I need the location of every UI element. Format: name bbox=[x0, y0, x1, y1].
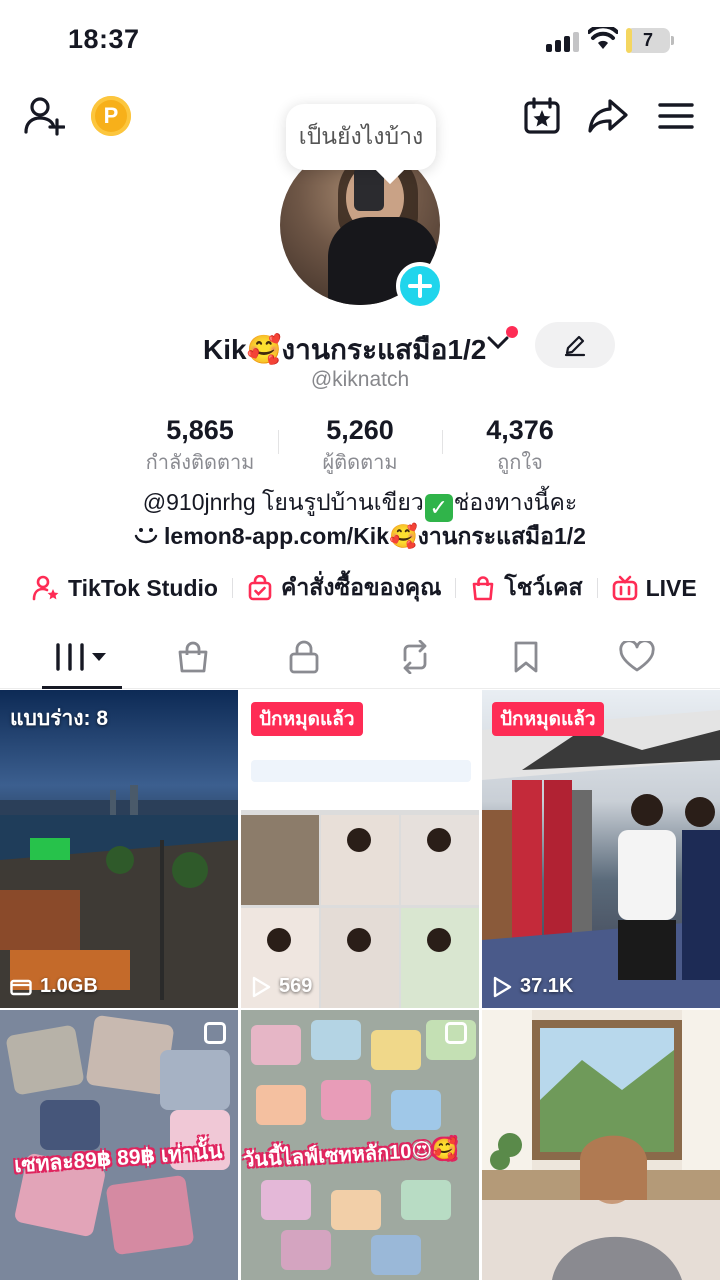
profile-stats: 5,865 กำลังติดตาม 5,260 ผู้ติดตาม 4,376 … bbox=[120, 414, 600, 474]
status-bubble[interactable]: เป็นยังไงบ้าง bbox=[286, 104, 436, 170]
stat-following-value: 5,865 bbox=[166, 415, 234, 445]
stat-likes[interactable]: 4,376 ถูกใจ bbox=[440, 414, 600, 474]
city-night-thumbnail bbox=[0, 785, 238, 1008]
profile-screenshot-thumbnail bbox=[241, 690, 479, 1008]
video-grid: แบบร่าง: 8 1.0GB ปักหมุดแล้ว 569 ปักหมุด… bbox=[0, 690, 720, 1280]
profile-link-text: lemon8-app.com/Kik🥰งานกระแสมือ1/2 bbox=[164, 523, 586, 549]
notification-dot bbox=[506, 326, 518, 338]
grid-icon bbox=[56, 643, 106, 671]
status-bar: 18:37 7 bbox=[0, 0, 720, 80]
photo-tile[interactable]: วันนี้ไลฟ์เซทหลัก10😍🥰 bbox=[241, 1010, 479, 1280]
check-mark-icon: ✓ bbox=[424, 494, 453, 522]
woman-window-thumbnail bbox=[482, 1010, 720, 1280]
profile-handle: @kiknatch bbox=[310, 368, 410, 391]
drafts-size: 1.0GB bbox=[10, 975, 98, 998]
quick-link-label: โชว์เคส bbox=[504, 574, 583, 600]
link-smile-icon bbox=[134, 528, 158, 544]
drafts-count: แบบร่าง: 8 bbox=[10, 707, 109, 730]
video-tile[interactable]: ปักหมุดแล้ว 37.1K bbox=[482, 690, 720, 1008]
bio-text-end: ช่องทางนี้คะ bbox=[453, 489, 578, 515]
shopping-bag-icon bbox=[473, 576, 494, 601]
video-views: 569 bbox=[251, 975, 312, 998]
stat-likes-label: ถูกใจ bbox=[497, 452, 543, 474]
bio-text: @910jnrhg โยนรูปบ้านเขียว bbox=[142, 489, 424, 515]
divider bbox=[231, 578, 233, 598]
divider bbox=[455, 578, 457, 598]
pinned-badge: ปักหมุดแล้ว bbox=[492, 702, 604, 736]
profile-name-row: Kik🥰งานกระแสมือ1/2 bbox=[0, 322, 720, 370]
video-tile[interactable]: ปักหมุดแล้ว 569 bbox=[241, 690, 479, 1008]
person-star-icon bbox=[32, 575, 59, 601]
drafts-size-value: 1.0GB bbox=[40, 975, 98, 997]
tab-liked[interactable] bbox=[597, 625, 677, 689]
status-time: 18:37 bbox=[68, 24, 140, 54]
active-tab-indicator bbox=[42, 686, 122, 689]
battery-level: 7 bbox=[642, 30, 653, 50]
tab-videos[interactable] bbox=[42, 625, 122, 689]
stat-divider bbox=[442, 430, 443, 454]
coin-points-icon[interactable]: P bbox=[91, 96, 131, 136]
heart-icon bbox=[619, 641, 655, 672]
share-arrow-icon[interactable] bbox=[588, 96, 628, 136]
stat-following-label: กำลังติดตาม bbox=[145, 452, 255, 474]
tab-private[interactable] bbox=[264, 625, 344, 689]
photo-stack-icon bbox=[204, 1022, 226, 1044]
drafts-tile[interactable]: แบบร่าง: 8 1.0GB bbox=[0, 690, 238, 1008]
edit-profile-button[interactable] bbox=[535, 322, 615, 368]
stat-followers[interactable]: 5,260 ผู้ติดตาม bbox=[280, 414, 440, 474]
bookmark-icon bbox=[514, 641, 538, 673]
stat-divider bbox=[278, 430, 279, 454]
quick-link-label: คำสั่งซื้อของคุณ bbox=[280, 574, 442, 600]
video-tile[interactable] bbox=[482, 1010, 720, 1280]
profile-link[interactable]: lemon8-app.com/Kik🥰งานกระแสมือ1/2 bbox=[0, 519, 720, 555]
quick-link-orders[interactable]: คำสั่งซื้อของคุณ bbox=[247, 570, 441, 606]
video-views: 37.1K bbox=[492, 975, 573, 998]
add-story-button[interactable] bbox=[396, 262, 444, 310]
profile-bio: @910jnrhg โยนรูปบ้านเขียว ✓ ช่องทางนี้คะ bbox=[0, 485, 720, 522]
market-stall-thumbnail bbox=[482, 710, 720, 1008]
plus-icon bbox=[408, 274, 432, 298]
stat-following[interactable]: 5,865 กำลังติดตาม bbox=[120, 414, 280, 474]
tab-favorites[interactable] bbox=[486, 625, 566, 689]
quick-link-label: TikTok Studio bbox=[68, 574, 218, 601]
stat-likes-value: 4,376 bbox=[486, 415, 554, 445]
profile-name[interactable]: Kik🥰งานกระแสมือ1/2 bbox=[203, 328, 486, 372]
tab-shop[interactable] bbox=[153, 625, 233, 689]
video-views-value: 37.1K bbox=[520, 975, 574, 997]
pinned-badge: ปักหมุดแล้ว bbox=[251, 702, 363, 736]
photo-tile[interactable]: เซทละ89฿ 89฿ เท่านั้น bbox=[0, 1010, 238, 1280]
quick-link-showcase[interactable]: โชว์เคส bbox=[470, 570, 583, 606]
repost-icon bbox=[403, 640, 427, 674]
quick-link-live[interactable]: LIVE bbox=[612, 575, 697, 602]
divider bbox=[596, 578, 598, 598]
quick-link-label: LIVE bbox=[645, 574, 697, 601]
stat-followers-value: 5,260 bbox=[326, 415, 394, 445]
photo-stack-icon bbox=[445, 1022, 467, 1044]
person-plus-icon[interactable] bbox=[22, 96, 66, 136]
shopping-bag-icon bbox=[178, 641, 208, 673]
content-tabs bbox=[0, 625, 720, 689]
play-icon bbox=[252, 976, 271, 997]
hamburger-menu-icon[interactable] bbox=[656, 98, 696, 134]
pencil-icon bbox=[564, 335, 586, 357]
calendar-star-icon[interactable] bbox=[522, 96, 562, 136]
bag-check-icon bbox=[248, 575, 272, 601]
stat-followers-label: ผู้ติดตาม bbox=[322, 452, 398, 474]
lock-icon bbox=[289, 640, 319, 674]
folder-icon bbox=[10, 979, 32, 995]
battery-icon: 7 bbox=[626, 28, 674, 53]
quick-link-tiktok-studio[interactable]: TikTok Studio bbox=[32, 575, 218, 602]
cellular-signal-icon bbox=[546, 32, 579, 52]
chevron-down-icon[interactable] bbox=[487, 336, 509, 355]
tab-reposts[interactable] bbox=[375, 625, 455, 689]
tv-live-icon bbox=[612, 575, 637, 601]
play-icon bbox=[493, 976, 512, 997]
status-bubble-text: เป็นยังไงบ้าง bbox=[298, 123, 424, 149]
wifi-icon bbox=[587, 24, 619, 51]
quick-links: TikTok Studio คำสั่งซื้อของคุณ โชว์เคส L… bbox=[32, 568, 697, 608]
video-views-value: 569 bbox=[279, 975, 313, 997]
